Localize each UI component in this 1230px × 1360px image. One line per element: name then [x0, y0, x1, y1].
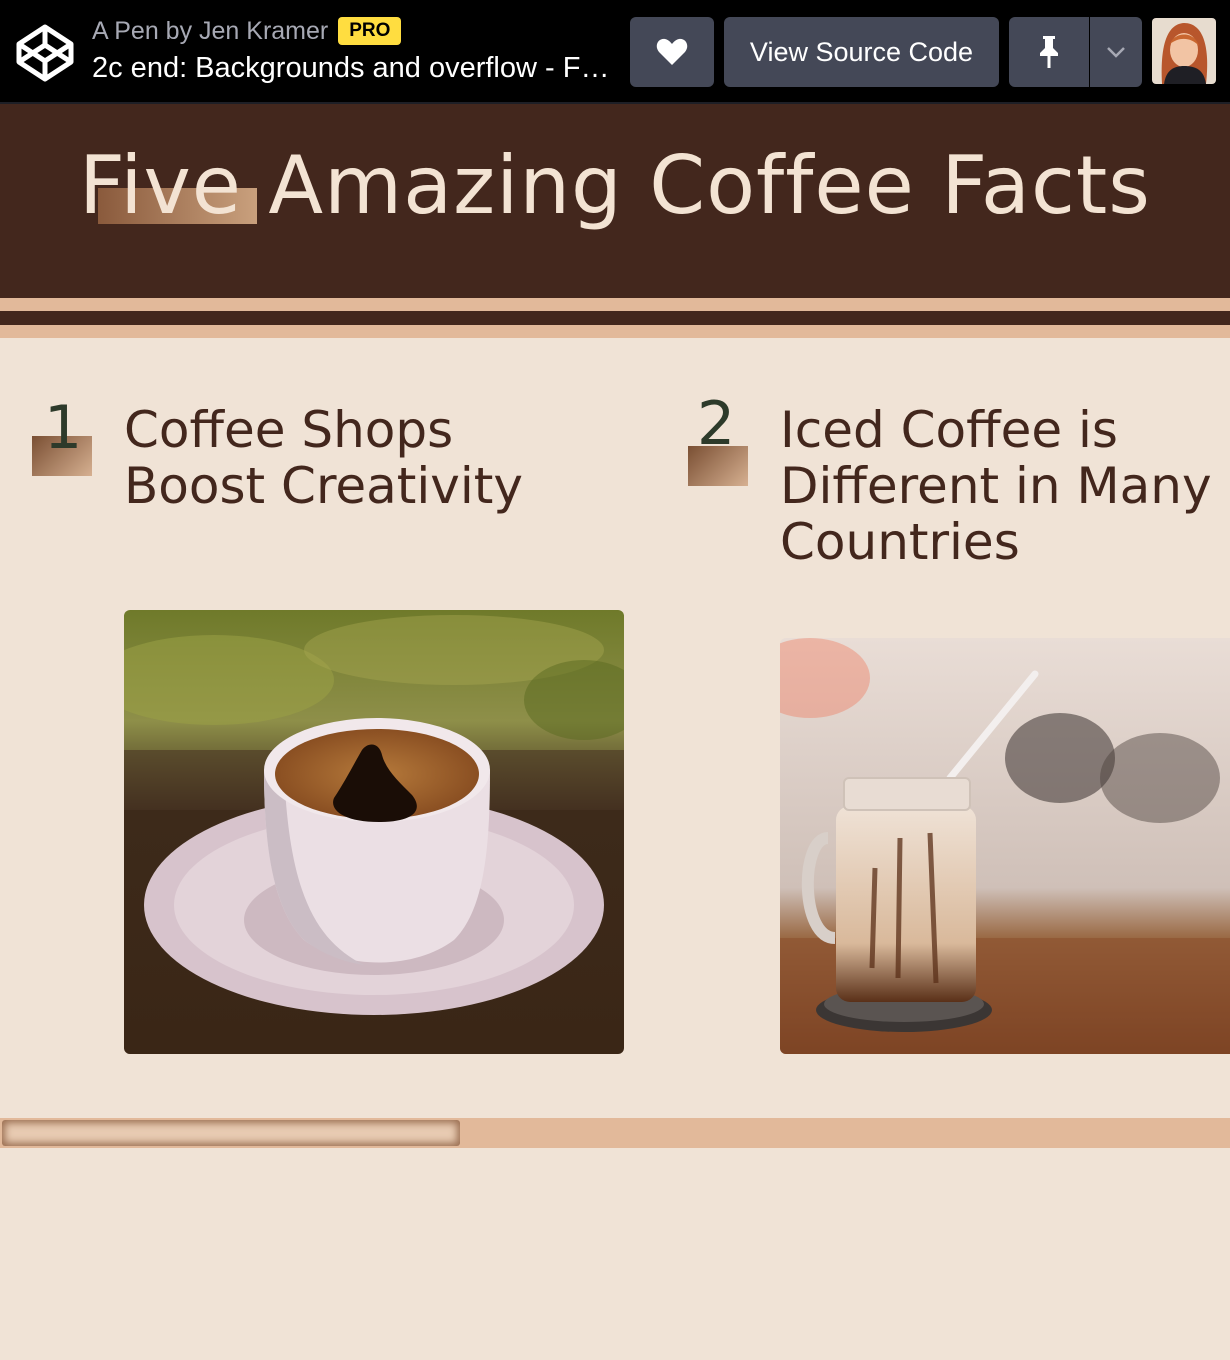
pen-title[interactable]: 2c end: Backgrounds and overflow - Five …	[92, 48, 612, 88]
header-stripe	[0, 325, 1230, 338]
pen-author[interactable]: A Pen by Jen Kramer	[92, 17, 328, 45]
pin-dropdown-button[interactable]	[1090, 17, 1142, 87]
codepen-logo-icon[interactable]	[14, 22, 76, 84]
iced-coffee-photo	[780, 638, 1230, 1054]
codepen-topbar: A Pen by Jen Kramer PRO 2c end: Backgroun…	[0, 0, 1230, 104]
header-stripe	[0, 311, 1230, 325]
fact-title: Coffee Shops Boost Creativity	[124, 401, 523, 515]
horizontal-scrollbar-thumb[interactable]	[2, 1120, 460, 1146]
avatar[interactable]	[1152, 18, 1216, 84]
view-source-button[interactable]: View Source Code	[724, 17, 999, 87]
love-button[interactable]	[630, 17, 714, 87]
page-title: Five Amazing Coffee Facts	[79, 139, 1151, 232]
fact-number: 1	[44, 393, 83, 463]
fact-number: 2	[697, 389, 736, 459]
fact-title: Iced Coffee is Different in Many Countri…	[780, 401, 1212, 571]
header-stripe	[0, 298, 1230, 311]
pro-badge: PRO	[338, 17, 402, 45]
pen-meta: A Pen by Jen Kramer PRO 2c end: Backgroun…	[92, 14, 617, 88]
heart-icon	[656, 38, 688, 65]
pin-icon	[1040, 36, 1058, 68]
espresso-photo	[124, 610, 624, 1054]
pin-button[interactable]	[1009, 17, 1089, 87]
chevron-down-icon	[1107, 47, 1125, 58]
